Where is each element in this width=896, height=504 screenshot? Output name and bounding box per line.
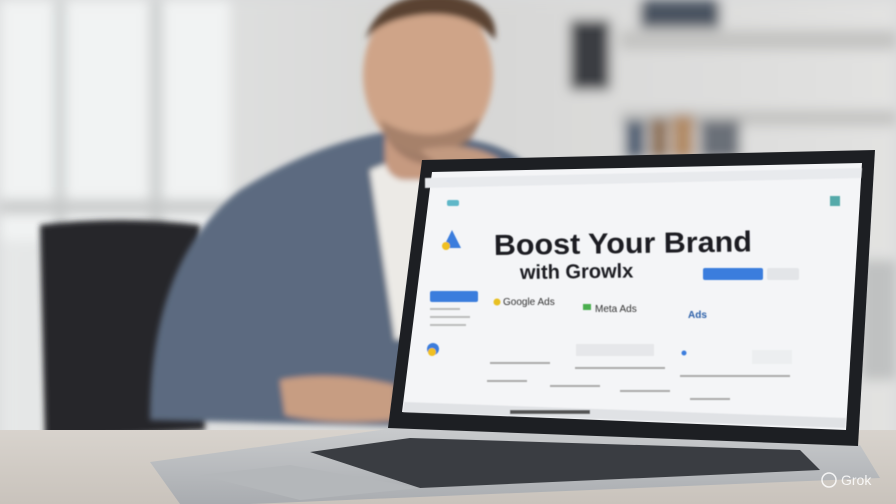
brand-card-1[interactable]: Google Ads xyxy=(503,297,555,308)
cta-button[interactable] xyxy=(703,268,763,280)
input-field[interactable] xyxy=(576,344,654,356)
input-field-2[interactable] xyxy=(752,350,792,364)
wall-speaker xyxy=(570,20,610,90)
secondary-button[interactable] xyxy=(767,268,799,280)
headline: Boost Your Brand xyxy=(494,226,752,262)
scene: Boost Your Brand with Growlx Google Ads … xyxy=(0,0,896,504)
watermark-text: Grok xyxy=(841,472,872,488)
menu-icon[interactable] xyxy=(830,196,840,206)
brand-card-2[interactable]: Meta Ads xyxy=(595,304,637,315)
brand-card-3[interactable]: Ads xyxy=(688,310,707,321)
subheadline: with Growlx xyxy=(519,260,634,284)
taskbar-icons[interactable] xyxy=(510,410,590,414)
sidebar-button[interactable] xyxy=(430,291,478,302)
site-logo-icon xyxy=(447,200,459,206)
shelf xyxy=(620,30,896,50)
